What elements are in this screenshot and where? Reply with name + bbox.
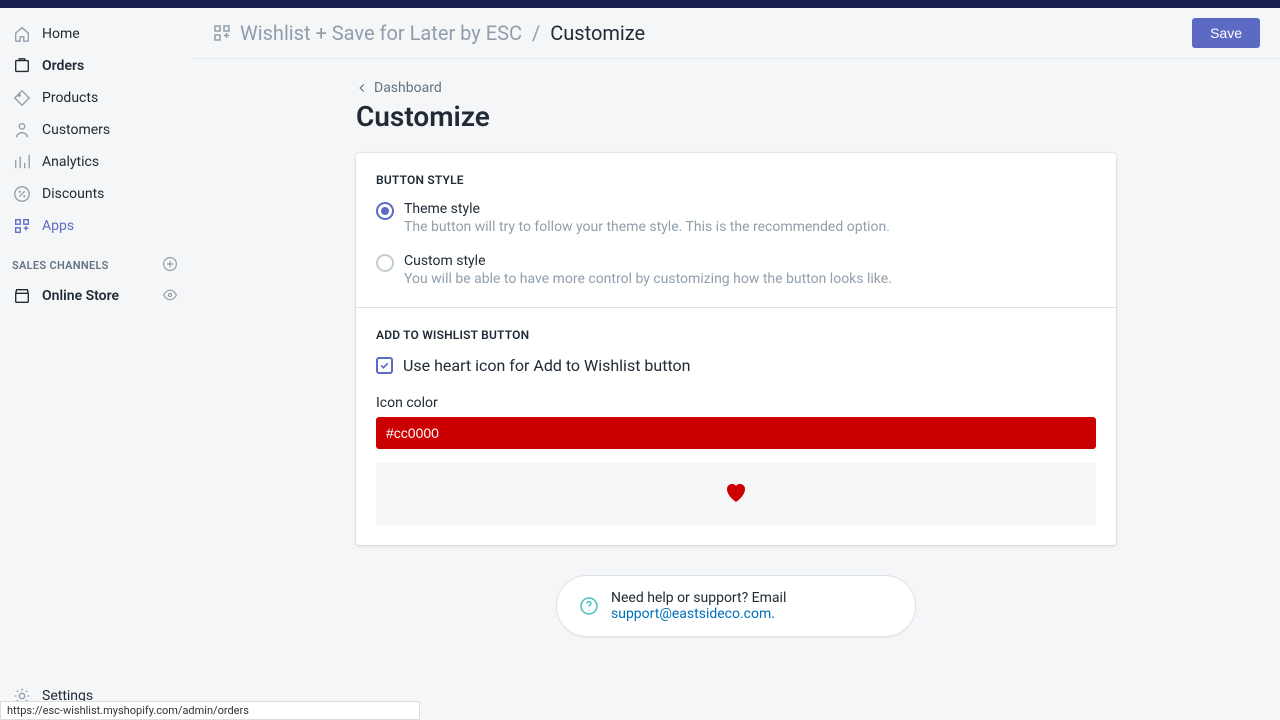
home-icon [12, 24, 32, 44]
store-icon [12, 286, 32, 306]
page-title: Customize [356, 100, 1116, 133]
sidebar-item-orders[interactable]: Orders [0, 50, 192, 82]
radio-option-custom[interactable]: Custom style You will be able to have mo… [376, 253, 1096, 287]
sidebar-item-label: Analytics [42, 154, 99, 170]
radio-input[interactable] [376, 254, 394, 272]
icon-color-input[interactable] [376, 417, 1096, 449]
radio-desc: The button will try to follow your theme… [404, 219, 890, 235]
section-title: BUTTON STYLE [376, 173, 1096, 187]
heart-preview [376, 463, 1096, 525]
breadcrumb-sep: / [532, 21, 540, 45]
sidebar-item-label: Orders [42, 58, 84, 74]
sidebar-item-label: Online Store [42, 288, 119, 304]
checkbox-input[interactable] [376, 357, 393, 374]
radio-option-theme[interactable]: Theme style The button will try to follo… [376, 201, 1096, 235]
field-label: Icon color [376, 395, 1096, 411]
save-button[interactable]: Save [1192, 18, 1260, 48]
heart-icon [724, 481, 748, 503]
main: Wishlist + Save for Later by ESC / Custo… [192, 8, 1280, 720]
radio-desc: You will be able to have more control by… [404, 271, 892, 287]
radio-input[interactable] [376, 202, 394, 220]
help-text: Need help or support? Email support@east… [611, 590, 893, 622]
tag-icon [12, 88, 32, 108]
sidebar-item-discounts[interactable]: Discounts [0, 178, 192, 210]
orders-icon [12, 56, 32, 76]
breadcrumb-current: Customize [550, 21, 645, 45]
help-email-link[interactable]: support@eastsideco.com [611, 606, 771, 622]
section-title: ADD TO WISHLIST BUTTON [376, 328, 1096, 342]
help-prefix: Need help or support? Email [611, 590, 786, 606]
user-icon [12, 120, 32, 140]
add-wishlist-section: ADD TO WISHLIST BUTTON Use heart icon fo… [356, 307, 1116, 545]
sales-channels-label: SALES CHANNELS [12, 259, 109, 272]
check-icon [379, 360, 390, 371]
button-style-section: BUTTON STYLE Theme style The button will… [356, 153, 1116, 307]
sidebar-item-label: Discounts [42, 186, 104, 202]
help-icon [579, 596, 599, 616]
radio-label: Custom style [404, 253, 892, 269]
checkbox-label: Use heart icon for Add to Wishlist butto… [403, 356, 690, 375]
sidebar-item-analytics[interactable]: Analytics [0, 146, 192, 178]
help-suffix: . [771, 606, 775, 622]
sidebar-item-apps[interactable]: Apps [0, 210, 192, 242]
customize-card: BUTTON STYLE Theme style The button will… [356, 153, 1116, 545]
topbar [0, 0, 1280, 8]
back-label: Dashboard [374, 80, 442, 96]
sidebar: Home Orders Products Customers Analytics… [0, 8, 192, 720]
discount-icon [12, 184, 32, 204]
back-link[interactable]: Dashboard [356, 80, 442, 96]
status-bar-url: https://esc-wishlist.myshopify.com/admin… [0, 701, 420, 720]
sidebar-item-label: Home [42, 26, 80, 42]
sidebar-item-products[interactable]: Products [0, 82, 192, 114]
apps-icon [12, 216, 32, 236]
sales-channels-header: SALES CHANNELS [0, 242, 192, 280]
sidebar-item-label: Customers [42, 122, 110, 138]
add-channel-icon[interactable] [162, 256, 180, 274]
radio-label: Theme style [404, 201, 890, 217]
sidebar-item-label: Products [42, 90, 98, 106]
view-store-icon[interactable] [162, 287, 180, 305]
help-pill: Need help or support? Email support@east… [556, 575, 916, 637]
analytics-icon [12, 152, 32, 172]
sidebar-item-customers[interactable]: Customers [0, 114, 192, 146]
chevron-left-icon [356, 82, 368, 94]
sidebar-item-home[interactable]: Home [0, 18, 192, 50]
apps-icon [212, 23, 232, 43]
sidebar-item-label: Apps [42, 218, 74, 234]
sidebar-channel-online-store[interactable]: Online Store [0, 280, 192, 312]
checkbox-heart-icon[interactable]: Use heart icon for Add to Wishlist butto… [376, 356, 1096, 375]
breadcrumb-app[interactable]: Wishlist + Save for Later by ESC [240, 21, 522, 45]
header: Wishlist + Save for Later by ESC / Custo… [192, 8, 1280, 59]
